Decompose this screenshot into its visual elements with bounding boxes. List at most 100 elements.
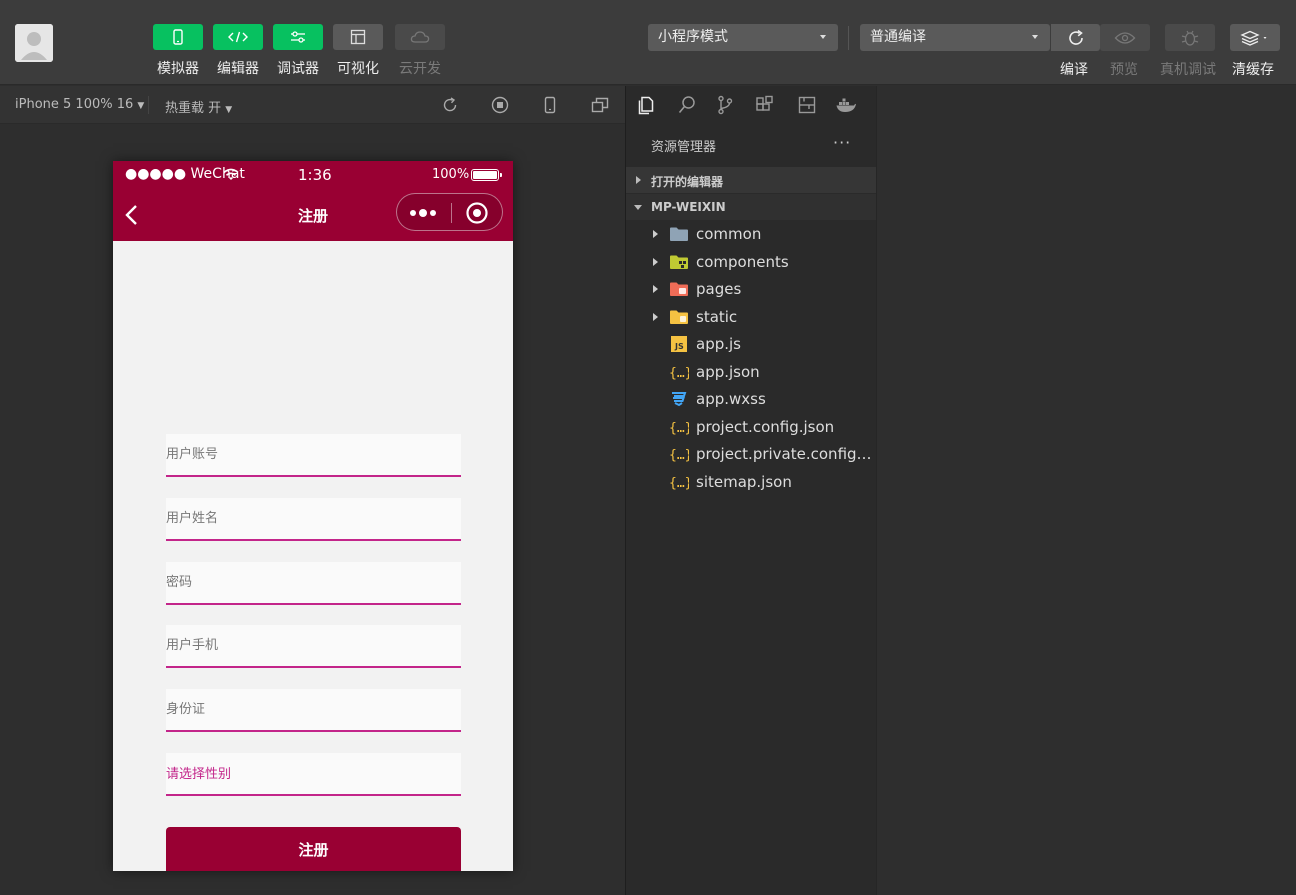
mode-select[interactable]: 小程序模式 (648, 24, 838, 51)
debugger-label: 调试器 (277, 61, 319, 77)
project-label: MP-WEIXIN (651, 200, 726, 214)
top-toolbar: 模拟器 编辑器 调试器 可视化 云开发 小程序模式 普通编译 编译 预览 真机调… (0, 0, 1296, 85)
bug-icon (1181, 30, 1199, 46)
tree-item-sitemap[interactable]: {…} sitemap.json (626, 469, 876, 496)
tree-item-app-json[interactable]: {…} app.json (626, 359, 876, 386)
svg-text:JS: JS (674, 342, 684, 351)
toolbar-divider (848, 26, 849, 50)
account-field[interactable] (166, 434, 461, 477)
capsule-divider (451, 203, 452, 223)
extensions-icon (756, 95, 773, 111)
caret-down-icon: ▼ (137, 101, 145, 111)
code-icon (228, 31, 248, 43)
compile-mode-select[interactable]: 普通编译 (860, 24, 1050, 51)
tree-item-app-js[interactable]: JS app.js (626, 331, 876, 358)
json-file-icon: {…} (669, 418, 692, 436)
more-menu-button[interactable] (408, 201, 440, 225)
chevron-right-icon (653, 285, 658, 293)
detach-window-button[interactable] (590, 95, 610, 115)
device-frame-button[interactable] (540, 95, 560, 115)
password-field[interactable] (166, 562, 461, 605)
password-input[interactable] (166, 562, 461, 603)
activity-search[interactable] (676, 94, 698, 116)
remote-debug-button[interactable] (1165, 24, 1215, 51)
id-card-field[interactable] (166, 689, 461, 732)
eye-icon (1114, 31, 1136, 44)
open-editors-section[interactable]: 打开的编辑器 (626, 167, 876, 193)
svg-text:{…}: {…} (669, 448, 689, 463)
tree-item-static[interactable]: static (626, 304, 876, 331)
compile-button[interactable] (1051, 24, 1100, 51)
stop-button[interactable] (490, 95, 510, 115)
nav-bar: 注册 (113, 189, 513, 241)
phone-screen: ●●●●● WeChat 1:36 100% 注册 用户账号 用户姓名 用户手机… (113, 161, 513, 871)
tree-item-project-config[interactable]: {…} project.config.json (626, 414, 876, 441)
clear-cache-label: 清缓存 (1232, 62, 1274, 78)
name-input[interactable] (166, 498, 461, 539)
chevron-right-icon (653, 230, 658, 238)
gender-picker-label: 请选择性别 (166, 767, 232, 782)
record-target-icon (466, 202, 488, 224)
close-miniprogram-button[interactable] (465, 201, 489, 225)
chevron-down-icon (820, 35, 826, 39)
editor-label: 编辑器 (217, 61, 259, 77)
project-section[interactable]: MP-WEIXIN (626, 194, 876, 220)
tree-item-project-private-config[interactable]: {…} project.private.config.json (626, 441, 876, 468)
mode-select-value: 小程序模式 (658, 29, 728, 45)
editor-tool[interactable]: 编辑器 (213, 24, 263, 78)
svg-text:{…}: {…} (669, 421, 689, 436)
status-bar: ●●●●● WeChat 1:36 100% (113, 161, 513, 189)
activity-docker[interactable] (835, 94, 857, 116)
hot-reload-toggle[interactable]: 热重载 开 ▼ (165, 97, 232, 116)
static-folder-icon (669, 308, 689, 326)
remote-debug-label: 真机调试 (1160, 62, 1216, 78)
tree-item-app-wxss[interactable]: app.wxss (626, 386, 876, 413)
more-dots-icon (410, 209, 436, 217)
battery-percent: 100% (432, 167, 470, 182)
name-field[interactable] (166, 498, 461, 541)
sliders-icon (291, 31, 305, 43)
gender-picker[interactable]: 请选择性别 (166, 753, 461, 796)
cloud-dev-tool[interactable]: 云开发 (395, 24, 445, 78)
activity-storage[interactable] (796, 94, 818, 116)
layout-icon (350, 29, 366, 45)
docker-icon (836, 98, 856, 112)
user-avatar[interactable] (15, 24, 53, 62)
debugger-tool[interactable]: 调试器 (273, 24, 323, 78)
simulator-tool[interactable]: 模拟器 (153, 24, 203, 78)
windows-icon (591, 97, 609, 113)
account-input[interactable] (166, 434, 461, 475)
tree-item-pages[interactable]: pages (626, 276, 876, 303)
id-card-input[interactable] (166, 689, 461, 730)
more-actions-button[interactable]: ··· (833, 133, 851, 152)
activity-source-control[interactable] (714, 94, 736, 116)
activity-extensions[interactable] (754, 94, 776, 116)
phone-field[interactable] (166, 625, 461, 668)
device-select[interactable]: iPhone 5 100% 16 ▼ (15, 97, 144, 112)
tree-item-common[interactable]: common (626, 221, 876, 248)
cloud-icon (410, 31, 430, 43)
rotate-button[interactable] (440, 95, 460, 115)
chevron-right-icon (636, 176, 641, 184)
chevron-right-icon (653, 258, 658, 266)
phone-input[interactable] (166, 625, 461, 666)
compile-label: 编译 (1060, 62, 1088, 78)
tree-item-components[interactable]: components (626, 249, 876, 276)
devtools-window: 模拟器 编辑器 调试器 可视化 云开发 小程序模式 普通编译 编译 预览 真机调… (0, 0, 1296, 895)
clear-cache-button[interactable] (1230, 24, 1280, 51)
phone-icon (173, 29, 183, 45)
register-button[interactable]: 注册 (166, 827, 461, 871)
visual-tool[interactable]: 可视化 (333, 24, 383, 78)
open-editors-label: 打开的编辑器 (651, 175, 724, 189)
preview-button[interactable] (1100, 24, 1150, 51)
activity-explorer[interactable] (635, 94, 657, 116)
simbar-divider (148, 96, 149, 114)
stop-icon (491, 96, 509, 114)
cloud-dev-label: 云开发 (399, 61, 441, 77)
rotate-icon (443, 97, 457, 112)
svg-text:{…}: {…} (669, 476, 689, 491)
chevron-down-icon (634, 205, 642, 210)
compile-mode-value: 普通编译 (870, 29, 926, 45)
svg-text:{…}: {…} (669, 366, 689, 381)
refresh-icon (1068, 29, 1083, 45)
